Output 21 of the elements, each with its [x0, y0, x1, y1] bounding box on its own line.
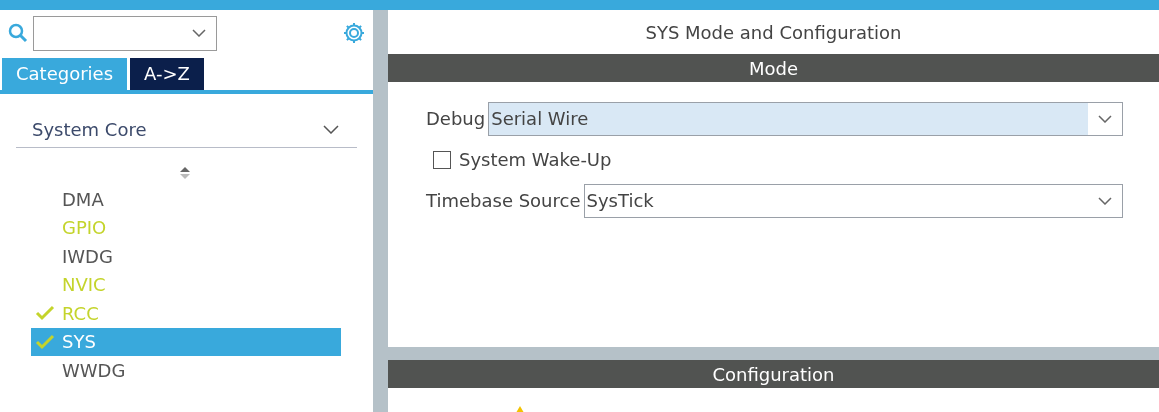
section-header: Mode: [388, 54, 1159, 82]
sort-icon[interactable]: [178, 166, 191, 180]
panel-title: SYS Mode and Configuration: [645, 20, 902, 45]
list-item[interactable]: DMA: [31, 185, 341, 214]
search-icon[interactable]: [8, 23, 28, 43]
tab[interactable]: A->Z: [130, 58, 204, 90]
settings-icon[interactable]: [342, 21, 366, 45]
field-label: Timebase Source: [426, 189, 581, 213]
search-combo[interactable]: [33, 15, 217, 51]
category-dropdown[interactable]: System Core: [16, 112, 357, 148]
select-field[interactable]: SysTick: [583, 183, 1123, 218]
list-item[interactable]: IWDG: [31, 242, 341, 271]
list-item[interactable]: WWDG: [31, 356, 341, 385]
field-label: Debug: [426, 107, 486, 131]
chevron-down-icon: [192, 29, 206, 37]
section-header: Configuration: [388, 360, 1159, 388]
select-field[interactable]: Serial Wire: [488, 101, 1123, 136]
checkbox[interactable]: System Wake-Up: [433, 146, 612, 173]
chevron-down-icon: [1098, 196, 1112, 205]
chevron-down-icon: [323, 125, 339, 134]
chevron-down-icon: [1098, 114, 1112, 123]
